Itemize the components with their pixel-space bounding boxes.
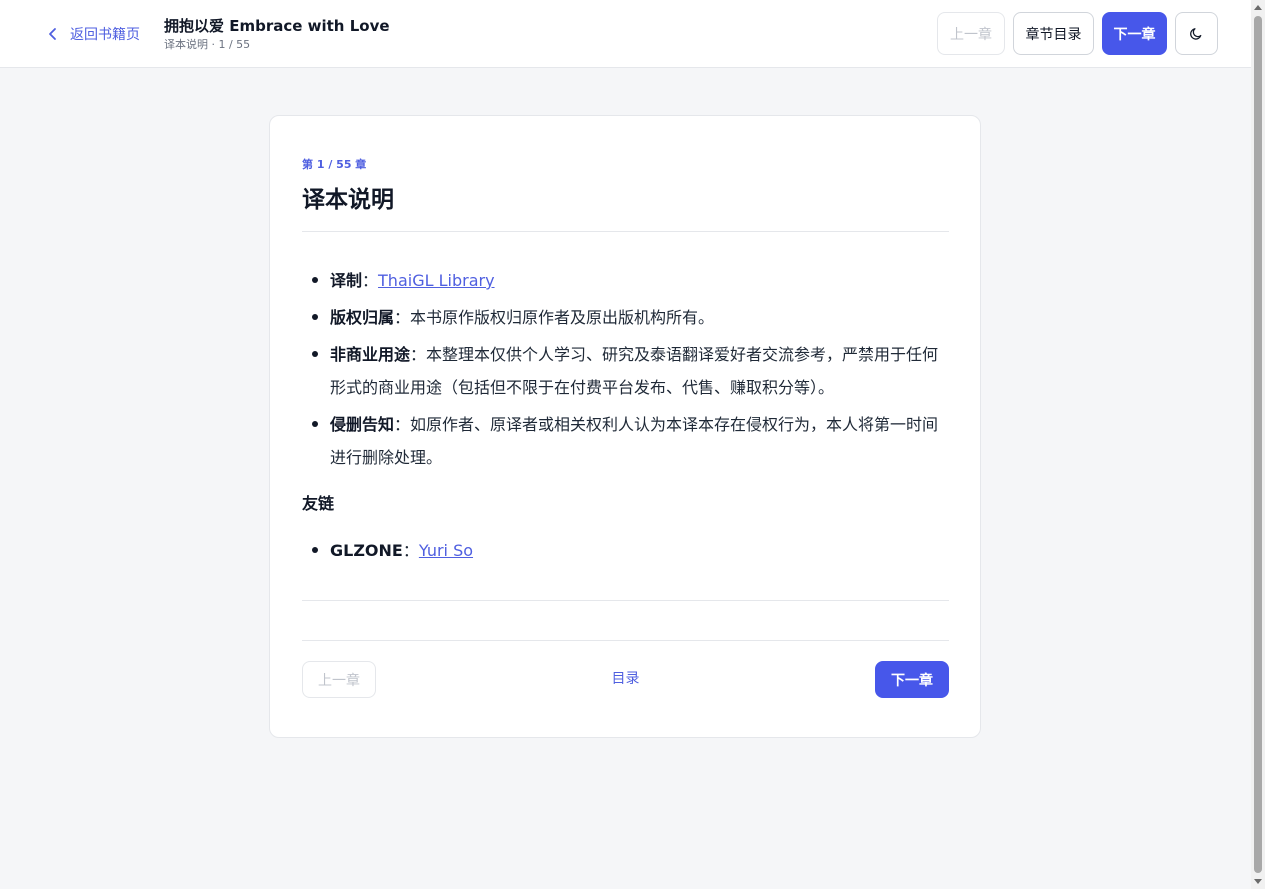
theme-toggle-button[interactable] [1175, 12, 1218, 55]
item-label: 侵删告知 [330, 415, 395, 434]
content-end-divider [302, 600, 949, 601]
footer-prev-button[interactable]: 上一章 [302, 661, 376, 698]
chapter-toc-button[interactable]: 章节目录 [1013, 12, 1094, 55]
back-label: 返回书籍页 [70, 27, 140, 43]
chapter-content: 译制：ThaiGL Library 版权归属：本书原作版权归原作者及原出版机构所… [302, 264, 942, 571]
book-title: 拥抱以爱 Embrace with Love [164, 17, 390, 35]
chapter-card: 第 1 / 55 章 译本说明 译制：ThaiGL Library 版权归属：本… [269, 115, 981, 738]
footer-toc-link[interactable]: 目录 [302, 661, 949, 698]
item-sep: ： [410, 345, 427, 364]
chapter-number: 第 1 / 55 章 [302, 158, 367, 171]
item-sep: ： [402, 541, 419, 560]
moon-icon [1190, 28, 1202, 40]
chapter-title: 译本说明 [302, 187, 394, 213]
scroll-down-arrow-icon[interactable] [1253, 876, 1263, 886]
next-chapter-button[interactable]: 下一章 [1102, 12, 1167, 55]
friend-links-list: GLZONE：Yuri So [302, 534, 942, 567]
scroll-up-arrow-icon[interactable] [1253, 3, 1263, 13]
back-to-book-link[interactable]: 返回书籍页 [46, 22, 140, 46]
top-actions: 上一章 章节目录 下一章 [937, 12, 1218, 55]
scrollbar-thumb[interactable] [1254, 16, 1262, 873]
title-block: 拥抱以爱 Embrace with Love 译本说明 · 1 / 55 [164, 16, 390, 53]
top-bar: 返回书籍页 拥抱以爱 Embrace with Love 译本说明 · 1 / … [0, 0, 1251, 68]
prev-chapter-button[interactable]: 上一章 [937, 12, 1005, 55]
list-item: 侵删告知：如原作者、原译者或相关权利人认为本译本存在侵权行为，本人将第一时间进行… [302, 408, 942, 474]
list-item: 译制：ThaiGL Library [302, 264, 942, 297]
yuri-so-link[interactable]: Yuri So [419, 541, 473, 560]
item-label: 译制 [330, 271, 363, 290]
item-label: 版权归属 [330, 308, 395, 327]
title-divider [302, 231, 949, 232]
reader-page: 返回书籍页 拥抱以爱 Embrace with Love 译本说明 · 1 / … [0, 0, 1265, 889]
friend-links-heading: 友链 [302, 494, 335, 513]
list-item: 版权归属：本书原作版权归原作者及原出版机构所有。 [302, 301, 942, 334]
list-item: 非商业用途：本整理本仅供个人学习、研究及泰语翻译爱好者交流参考，严禁用于任何形式… [302, 338, 942, 404]
item-label: 非商业用途 [330, 345, 411, 364]
footer-nav: 目录 上一章 下一章 [302, 661, 949, 698]
list-item: GLZONE：Yuri So [302, 534, 942, 567]
footer-divider [302, 640, 949, 641]
notice-list: 译制：ThaiGL Library 版权归属：本书原作版权归原作者及原出版机构所… [302, 264, 942, 474]
item-label: GLZONE [330, 541, 403, 560]
item-text: 本书原作版权归原作者及原出版机构所有。 [410, 308, 715, 327]
item-sep: ： [394, 415, 411, 434]
page-scrollbar[interactable] [1251, 0, 1265, 889]
chapter-subtitle: 译本说明 · 1 / 55 [164, 38, 251, 51]
item-text: 如原作者、原译者或相关权利人认为本译本存在侵权行为，本人将第一时间进行删除处理。 [330, 415, 939, 467]
item-sep: ： [394, 308, 411, 327]
footer-next-button[interactable]: 下一章 [875, 661, 949, 698]
thaigl-library-link[interactable]: ThaiGL Library [378, 271, 495, 290]
chevron-left-icon [49, 28, 56, 40]
item-sep: ： [362, 271, 379, 290]
